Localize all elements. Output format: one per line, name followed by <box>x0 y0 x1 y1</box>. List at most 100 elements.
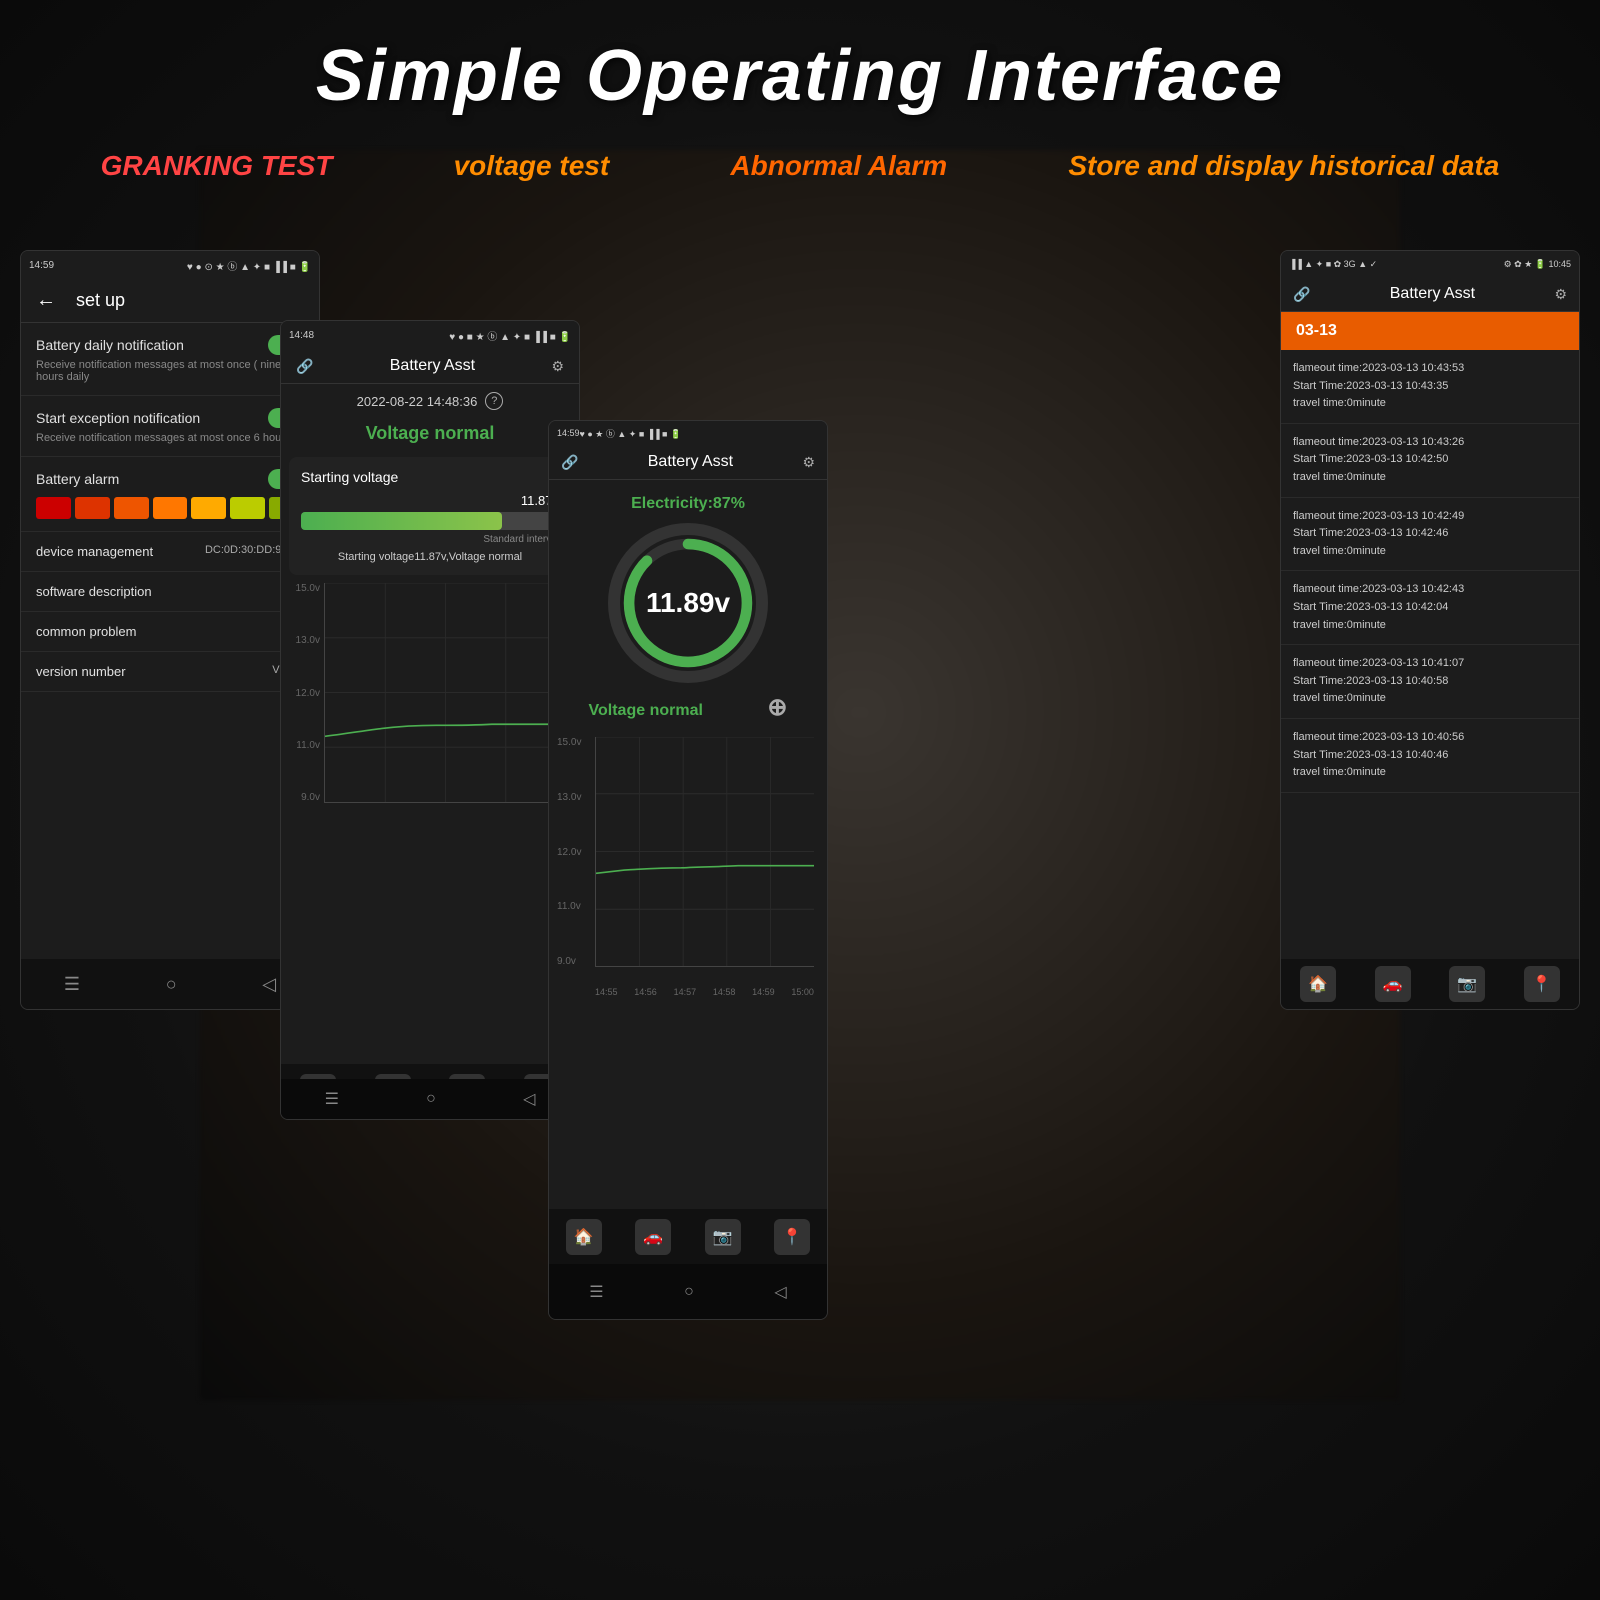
alarm-color-4 <box>153 497 188 519</box>
nav4-btn-camera[interactable]: 📷 <box>1449 966 1485 1002</box>
x3-label-5: 14:59 <box>752 987 775 997</box>
settings-icon-3[interactable]: ⚙ <box>802 454 815 471</box>
android-home-2[interactable]: ○ <box>426 1090 436 1108</box>
device-management: device management DC:0D:30:DD:9E:69 <box>21 532 319 572</box>
status-icons-4-right: ⚙ ✿ ★ 🔋 10:45 <box>1504 259 1571 270</box>
history-entry-0: flameout time:2023-03-13 10:43:53 Start … <box>1281 350 1579 424</box>
android-home-3[interactable]: ○ <box>684 1283 694 1301</box>
common-problem-label: common problem <box>36 624 136 639</box>
y-label-2: 13.0v <box>289 635 324 646</box>
back-button[interactable]: ← <box>36 289 56 312</box>
android-nav-2: ☰ ○ ◁ <box>281 1079 579 1119</box>
sv-value: 11.87v <box>301 493 559 508</box>
battery-alarm-label: Battery alarm <box>36 471 119 487</box>
battery-alarm: Battery alarm <box>21 457 319 532</box>
travel-time-4: travel time:0minute <box>1293 690 1567 708</box>
android-menu-3[interactable]: ☰ <box>589 1282 603 1302</box>
start-time-3: Start Time:2023-03-13 10:42:04 <box>1293 599 1567 617</box>
settings-icon-2[interactable]: ⚙ <box>551 358 564 375</box>
exception-notification: Start exception notification Receive not… <box>21 396 319 457</box>
history-entry-1: flameout time:2023-03-13 10:43:26 Start … <box>1281 424 1579 498</box>
android-back-2[interactable]: ◁ <box>523 1089 535 1109</box>
status-bar-4: ▐▐ ▲ ✦ ■ ✿ 3G ▲ ✓ ⚙ ✿ ★ 🔋 10:45 <box>1281 251 1579 277</box>
x3-label-2: 14:56 <box>634 987 657 997</box>
screen-historical: ▐▐ ▲ ✦ ■ ✿ 3G ▲ ✓ ⚙ ✿ ★ 🔋 10:45 🔗 Batter… <box>1280 250 1580 1010</box>
settings-icon-4[interactable]: ⚙ <box>1554 286 1567 303</box>
x3-label-3: 14:57 <box>674 987 697 997</box>
nav3-btn-home[interactable]: 🏠 <box>566 1219 602 1255</box>
status-icons-3: ♥ ● ★ ⓑ ▲ ✦ ■ ▐▐ ■ 🔋 <box>580 427 682 440</box>
x3-label-1: 14:55 <box>595 987 618 997</box>
settings-header: ← set up <box>21 279 319 323</box>
flameout-time-3: flameout time:2023-03-13 10:42:43 <box>1293 581 1567 599</box>
flameout-time-4: flameout time:2023-03-13 10:41:07 <box>1293 655 1567 673</box>
nav-home-icon[interactable]: ○ <box>166 974 177 995</box>
screen-settings: 14:59 ♥ ● ⊙ ★ ⓑ ▲ ✦ ■ ▐▐ ■ 🔋 ← set up Ba… <box>20 250 320 1010</box>
nav3-btn-camera[interactable]: 📷 <box>705 1219 741 1255</box>
sv-title: Starting voltage <box>301 469 559 485</box>
chart-canvas-2 <box>324 583 566 803</box>
start-time-5: Start Time:2023-03-13 10:40:46 <box>1293 747 1567 765</box>
status-icons-4-left: ▐▐ ▲ ✦ ■ ✿ 3G ▲ ✓ <box>1289 259 1377 270</box>
standard-interval: Standard interval <box>301 534 559 545</box>
nav-back-icon[interactable]: ◁ <box>262 974 276 995</box>
android-nav-3: ☰ ○ ◁ <box>549 1264 827 1319</box>
bottom-nav-3: 🏠 🚗 📷 📍 <box>549 1209 827 1264</box>
date-tab[interactable]: 03-13 <box>1281 312 1579 350</box>
bottom-nav-4: 🏠 🚗 📷 📍 <box>1281 959 1579 1009</box>
history-entry-3: flameout time:2023-03-13 10:42:43 Start … <box>1281 571 1579 645</box>
category-historical: Store and display historical data <box>1068 150 1499 182</box>
x3-label-6: 15:00 <box>791 987 814 997</box>
version-info: version number V1.0.5 <box>21 652 319 692</box>
add-button-3[interactable]: ⊕ <box>767 694 787 721</box>
screen-voltage: 14:48 ♥ ● ■ ★ ⓑ ▲ ✦ ■ ▐▐ ■ 🔋 🔗 Battery A… <box>280 320 580 1120</box>
flameout-time-5: flameout time:2023-03-13 10:40:56 <box>1293 729 1567 747</box>
voltage-normal-3: Voltage normal ⊕ <box>589 693 788 722</box>
y3-label-2: 13.0v <box>557 792 595 803</box>
nav3-btn-location[interactable]: 📍 <box>774 1219 810 1255</box>
status-icons-1: ♥ ● ⊙ ★ ⓑ ▲ ✦ ■ ▐▐ ■ 🔋 <box>187 258 311 273</box>
electricity-label: Electricity:87% <box>631 495 745 513</box>
nav4-btn-car[interactable]: 🚗 <box>1375 966 1411 1002</box>
nav4-btn-location[interactable]: 📍 <box>1524 966 1560 1002</box>
nav3-btn-car[interactable]: 🚗 <box>635 1219 671 1255</box>
start-time-2: Start Time:2023-03-13 10:42:46 <box>1293 525 1567 543</box>
link-icon: 🔗 <box>296 358 313 375</box>
nav-menu-icon[interactable]: ☰ <box>64 974 80 995</box>
alarm-color-2 <box>75 497 110 519</box>
history-entry-5: flameout time:2023-03-13 10:40:56 Start … <box>1281 719 1579 793</box>
nav4-btn-home[interactable]: 🏠 <box>1300 966 1336 1002</box>
gauge-svg <box>620 535 756 671</box>
android-menu-2[interactable]: ☰ <box>325 1089 339 1109</box>
battery-daily-desc: Receive notification messages at most on… <box>36 359 304 383</box>
device-mgmt-label: device management <box>36 544 153 559</box>
y-label-1: 15.0v <box>289 583 324 594</box>
version-label: version number <box>36 664 126 679</box>
chart-y-labels-2: 15.0v 13.0v 12.0v 11.0v 9.0v <box>289 583 324 803</box>
exception-desc: Receive notification messages at most on… <box>36 432 304 444</box>
y-label-3: 12.0v <box>289 688 324 699</box>
battery-daily-label: Battery daily notification <box>36 337 184 353</box>
android-back-3[interactable]: ◁ <box>774 1282 786 1302</box>
history-entry-4: flameout time:2023-03-13 10:41:07 Start … <box>1281 645 1579 719</box>
history-entry-2: flameout time:2023-03-13 10:42:49 Start … <box>1281 498 1579 572</box>
screens-container: 14:59 ♥ ● ⊙ ★ ⓑ ▲ ✦ ■ ▐▐ ■ 🔋 ← set up Ba… <box>0 220 1600 1600</box>
sv-reading: Starting voltage11.87v,Voltage normal <box>301 551 559 563</box>
chart-svg-3 <box>596 737 814 966</box>
voltage-chart-2: 15.0v 13.0v 12.0v 11.0v 9.0v <box>289 583 571 833</box>
history-list: flameout time:2023-03-13 10:43:53 Start … <box>1281 350 1579 793</box>
travel-time-3: travel time:0minute <box>1293 617 1567 635</box>
common-problem[interactable]: common problem <box>21 612 319 652</box>
question-icon[interactable]: ? <box>485 392 503 410</box>
historical-header: 🔗 Battery Asst ⚙ <box>1281 277 1579 312</box>
link-icon-3: 🔗 <box>561 454 578 471</box>
app-title-4: Battery Asst <box>1310 285 1554 303</box>
status-icons-2: ♥ ● ■ ★ ⓑ ▲ ✦ ■ ▐▐ ■ 🔋 <box>449 328 571 343</box>
y3-label-5: 9.0v <box>557 956 595 967</box>
start-time-0: Start Time:2023-03-13 10:43:35 <box>1293 378 1567 396</box>
link-icon-4: 🔗 <box>1293 286 1310 303</box>
app-title-2: Battery Asst <box>313 357 551 375</box>
software-description[interactable]: software description <box>21 572 319 612</box>
status-time-3: 14:59 <box>557 428 580 438</box>
alarm-color-6 <box>230 497 265 519</box>
